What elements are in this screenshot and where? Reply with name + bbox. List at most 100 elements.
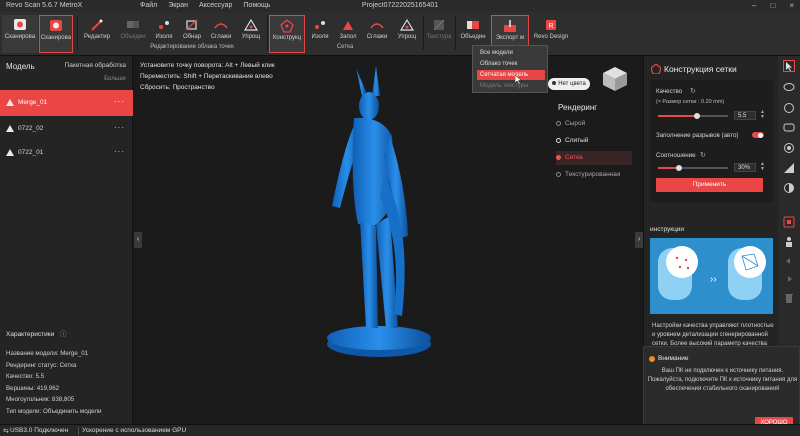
model-panel: Модель Пакетная обработка Больше Merge_0… — [0, 56, 133, 424]
toast-message: Ваш ПК не подключен к источнику питания.… — [647, 368, 798, 392]
apply-button[interactable]: Применить — [656, 178, 763, 192]
char-render-status: Рендеринг статус: Сетка — [6, 361, 77, 369]
scanner-icon — [12, 18, 28, 32]
render-option-label: Сырой — [565, 120, 586, 127]
copy-icon[interactable] — [783, 216, 795, 228]
edit-button[interactable]: Редактир — [79, 15, 115, 53]
dropdown-item-texture-model: Модель текстуры — [480, 83, 529, 89]
stepper-icon[interactable]: ▲ ▼ — [760, 110, 765, 120]
scanned-model[interactable] — [284, 66, 454, 376]
render-option-mesh[interactable]: Сетка — [556, 151, 632, 165]
delete-icon[interactable] — [783, 292, 795, 304]
characteristics-header: Характеристики ⓘ — [6, 328, 67, 338]
quality-slider-knob[interactable] — [693, 113, 700, 119]
simplify-label: Упрощ — [241, 34, 261, 40]
contrast-icon[interactable] — [783, 182, 795, 194]
model-menu-icon[interactable]: ··· — [114, 97, 125, 106]
chat-icon[interactable] — [783, 122, 795, 134]
fill-icon — [340, 18, 356, 32]
characteristics-title: Характеристики — [6, 331, 55, 338]
svg-text:R: R — [548, 23, 553, 30]
mesh-icon — [651, 64, 661, 74]
smooth-icon — [213, 18, 229, 32]
fill-label: Запол — [339, 34, 357, 40]
model-row[interactable]: 0722_02 ··· — [0, 116, 133, 142]
model-row[interactable]: Merge_01 ··· — [0, 90, 133, 116]
merge-icon — [465, 18, 481, 32]
char-vertices: Вершины: 419,962 — [6, 384, 60, 392]
more-button[interactable]: Больше — [104, 76, 126, 82]
menu-screen[interactable]: Экран — [168, 2, 188, 9]
render-option-fused[interactable]: Слитый — [556, 134, 632, 148]
brush-icon[interactable] — [783, 102, 795, 114]
mesh-icon — [279, 19, 295, 33]
mesh-icon — [6, 99, 14, 106]
edit-label: Редактир — [84, 34, 110, 40]
mesh-size-note: (≈ Размер сетки : 0.20 mm) — [656, 99, 725, 105]
model-name: 0722_02 — [18, 125, 44, 132]
mouse-cursor-icon — [515, 75, 523, 85]
scan-settings-button[interactable]: Сканирова — [39, 15, 73, 53]
warning-icon — [649, 356, 655, 362]
gradient-icon[interactable] — [783, 162, 795, 174]
model-panel-title: Модель — [6, 62, 35, 71]
radio-icon — [556, 154, 561, 160]
batch-processing-button[interactable]: Пакетная обработка — [65, 62, 126, 69]
lasso-icon[interactable] — [783, 82, 795, 94]
undo-icon[interactable] — [783, 256, 795, 268]
model-menu-icon[interactable]: ··· — [114, 147, 125, 156]
dropdown-item-point-cloud[interactable]: Облако точек — [477, 59, 545, 69]
minimize-button[interactable]: – — [752, 1, 756, 10]
view-cube-icon[interactable] — [600, 64, 630, 94]
panel-title: Конструкция сетки — [664, 64, 737, 74]
redo-icon[interactable] — [783, 274, 795, 286]
maximize-button[interactable]: □ — [770, 1, 775, 10]
collapse-left-button[interactable]: ‹ — [134, 232, 142, 248]
render-option-label: Текстурированная — [565, 171, 621, 178]
menu-accessory[interactable]: Аксессуар — [199, 2, 232, 9]
3d-viewport[interactable]: Установите точку поворота: Alt + Левый к… — [134, 56, 643, 424]
mesh-simplify-label: Упрощ — [397, 34, 417, 40]
menu-help[interactable]: Помощь — [243, 2, 270, 9]
menu-file[interactable]: Файл — [140, 2, 157, 9]
person-icon[interactable] — [783, 236, 795, 248]
stepper-icon[interactable]: ▲ ▼ — [760, 162, 765, 172]
char-name: Название модели: Merge_01 — [6, 350, 89, 357]
ratio-input[interactable]: 30% — [734, 163, 756, 172]
mesh-icon — [6, 149, 14, 156]
scan-label: Сканирова — [4, 34, 36, 40]
mesh-isolate-label: Изоля — [311, 34, 329, 40]
refresh-icon[interactable]: ↻ — [690, 87, 696, 95]
layers-icon[interactable] — [783, 142, 795, 154]
isolate-icon — [312, 18, 328, 32]
dropdown-item-all-models[interactable]: Все модели — [477, 48, 545, 58]
collapse-right-button[interactable]: › — [635, 232, 643, 248]
render-option-raw[interactable]: Сырой — [556, 117, 632, 131]
scan-button[interactable]: Сканирова — [2, 15, 38, 53]
quality-input[interactable]: 5.5 — [734, 111, 756, 120]
fill-holes-label: Заполнение разрывов (авто) — [656, 132, 739, 139]
model-menu-icon[interactable]: ··· — [114, 123, 125, 132]
quality-slider-fill — [658, 115, 697, 117]
texture-label: Текстура — [426, 34, 452, 40]
select-icon[interactable] — [783, 60, 795, 72]
scanner-settings-icon — [48, 19, 64, 33]
info-icon[interactable]: ⓘ — [60, 331, 67, 338]
dropdown-item-mesh-model[interactable]: Сетчатая модель — [477, 70, 545, 80]
radio-icon — [556, 137, 561, 143]
export-dropdown: Все модели Облако точек Сетчатая модель … — [472, 45, 548, 93]
merge2-label: Объедин — [460, 34, 486, 40]
quality-label: Качество — [656, 88, 683, 95]
refresh-icon[interactable]: ↻ — [700, 151, 706, 159]
no-color-button[interactable]: Нет цвета — [548, 78, 590, 90]
render-option-textured[interactable]: Текстурированная — [556, 168, 632, 182]
instructions-illustration: ›› — [650, 238, 773, 314]
close-button[interactable]: × — [789, 1, 794, 10]
model-name: 0722_01 — [18, 149, 44, 156]
model-row[interactable]: 0722_01 ··· — [0, 140, 133, 166]
menu-bar: Файл Экран Аксессуар Помощь — [140, 2, 270, 9]
instructions-header: инструкции — [650, 226, 685, 233]
ratio-slider-knob[interactable] — [676, 165, 682, 171]
mesh-construct-label: Конструкц — [272, 35, 302, 41]
mesh-smooth-label: Сглажи — [366, 34, 388, 40]
